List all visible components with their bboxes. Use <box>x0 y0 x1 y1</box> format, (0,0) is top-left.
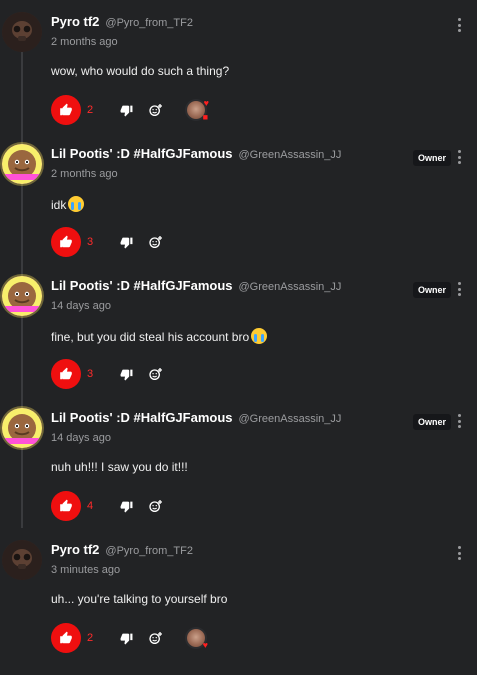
comment-item: Lil Pootis' :D #HalfGJFamous @GreenAssas… <box>0 264 477 396</box>
add-reaction-button[interactable] <box>141 623 171 653</box>
loudly-crying-face-icon <box>68 196 85 212</box>
thumbs-down-icon <box>120 369 132 380</box>
timestamp: 3 minutes ago <box>51 564 121 576</box>
avatar[interactable] <box>2 144 42 184</box>
dislike-button[interactable] <box>111 623 141 653</box>
thumbs-up-icon <box>60 499 72 512</box>
like-button[interactable] <box>51 491 81 521</box>
avatar[interactable] <box>2 276 42 316</box>
comment-header: Pyro tf2 @Pyro_from_TF2 <box>51 542 193 557</box>
like-button[interactable] <box>51 359 81 389</box>
pootis-avatar-icon <box>2 408 42 448</box>
like-count: 3 <box>87 236 94 248</box>
like-count: 2 <box>87 632 94 644</box>
like-count: 2 <box>87 104 94 116</box>
timestamp: 2 months ago <box>51 36 118 48</box>
comment-text: idk <box>51 196 85 212</box>
dislike-button[interactable] <box>111 227 141 257</box>
timestamp: 2 months ago <box>51 168 118 180</box>
add-reaction-icon <box>149 236 162 248</box>
more-vert-icon[interactable] <box>457 150 461 164</box>
heart-icon: ♥ <box>202 640 208 650</box>
creator-reaction: ♥ <box>181 623 211 653</box>
comment-item: Pyro tf2 @Pyro_from_TF2 3 minutes ago uh… <box>0 528 477 660</box>
thumbs-up-icon <box>60 631 72 644</box>
heart-icon: ■ <box>202 112 208 122</box>
comment-header: Lil Pootis' :D #HalfGJFamous @GreenAssas… <box>51 410 341 425</box>
comment-header: Lil Pootis' :D #HalfGJFamous @GreenAssas… <box>51 146 341 161</box>
more-vert-icon[interactable] <box>457 18 461 32</box>
user-handle[interactable]: @GreenAssassin_JJ <box>239 149 342 161</box>
add-reaction-button[interactable] <box>141 227 171 257</box>
owner-badge: Owner <box>412 282 451 298</box>
pyro-avatar-icon <box>2 540 42 580</box>
more-vert-icon[interactable] <box>457 546 461 560</box>
add-reaction-icon <box>149 632 162 644</box>
more-vert-icon[interactable] <box>457 414 461 428</box>
owner-badge: Owner <box>412 414 451 430</box>
comment-text: fine, but you did steal his account bro <box>51 328 268 344</box>
thumbs-up-icon <box>60 103 72 116</box>
add-reaction-icon <box>149 104 162 116</box>
user-handle[interactable]: @Pyro_from_TF2 <box>105 545 193 557</box>
add-reaction-icon <box>149 500 162 512</box>
comment-item: Lil Pootis' :D #HalfGJFamous @GreenAssas… <box>0 132 477 264</box>
like-count: 4 <box>87 500 94 512</box>
add-reaction-button[interactable] <box>141 491 171 521</box>
thumbs-down-icon <box>120 501 132 512</box>
heart-icon: ♥ <box>203 98 209 108</box>
thumbs-down-icon <box>120 237 132 248</box>
owner-badge: Owner <box>412 150 451 166</box>
dislike-button[interactable] <box>111 491 141 521</box>
thumbs-down-icon <box>120 633 132 644</box>
like-count: 3 <box>87 368 94 380</box>
comment-header: Pyro tf2 @Pyro_from_TF2 <box>51 14 193 29</box>
creator-reaction: ♥ ■ <box>181 95 211 125</box>
thumbs-down-icon <box>120 105 132 116</box>
loudly-crying-face-icon <box>251 328 268 344</box>
like-button[interactable] <box>51 623 81 653</box>
username[interactable]: Pyro tf2 <box>51 542 99 557</box>
timestamp: 14 days ago <box>51 432 111 444</box>
pootis-avatar-icon <box>2 276 42 316</box>
username[interactable]: Lil Pootis' :D #HalfGJFamous <box>51 410 233 425</box>
comment-actions: 2 ♥ <box>51 623 211 653</box>
thumbs-up-icon <box>60 235 72 248</box>
avatar[interactable] <box>2 540 42 580</box>
comment-actions: 3 <box>51 227 171 257</box>
add-reaction-button[interactable] <box>141 95 171 125</box>
comment-text: wow, who would do such a thing? <box>51 64 230 78</box>
comment-actions: 3 <box>51 359 171 389</box>
user-handle[interactable]: @GreenAssassin_JJ <box>239 413 342 425</box>
comment-header: Lil Pootis' :D #HalfGJFamous @GreenAssas… <box>51 278 341 293</box>
dislike-button[interactable] <box>111 95 141 125</box>
like-button[interactable] <box>51 95 81 125</box>
add-reaction-icon <box>149 368 162 380</box>
pootis-avatar-icon <box>2 144 42 184</box>
avatar[interactable] <box>2 12 42 52</box>
comment-thread: Pyro tf2 @Pyro_from_TF2 2 months ago wow… <box>0 0 477 675</box>
pyro-avatar-icon <box>2 12 42 52</box>
timestamp: 14 days ago <box>51 300 111 312</box>
comment-actions: 4 <box>51 491 171 521</box>
username[interactable]: Lil Pootis' :D #HalfGJFamous <box>51 146 233 161</box>
add-reaction-button[interactable] <box>141 359 171 389</box>
username[interactable]: Lil Pootis' :D #HalfGJFamous <box>51 278 233 293</box>
username[interactable]: Pyro tf2 <box>51 14 99 29</box>
comment-text: uh... you're talking to yourself bro <box>51 592 228 606</box>
dislike-button[interactable] <box>111 359 141 389</box>
like-button[interactable] <box>51 227 81 257</box>
more-vert-icon[interactable] <box>457 282 461 296</box>
comment-item: Lil Pootis' :D #HalfGJFamous @GreenAssas… <box>0 396 477 528</box>
comment-text: nuh uh!!! I saw you do it!!! <box>51 460 188 474</box>
user-handle[interactable]: @Pyro_from_TF2 <box>105 17 193 29</box>
avatar[interactable] <box>2 408 42 448</box>
comment-actions: 2 ♥ ■ <box>51 95 211 125</box>
comment-item: Pyro tf2 @Pyro_from_TF2 2 months ago wow… <box>0 0 477 132</box>
user-handle[interactable]: @GreenAssassin_JJ <box>239 281 342 293</box>
thumbs-up-icon <box>60 367 72 380</box>
